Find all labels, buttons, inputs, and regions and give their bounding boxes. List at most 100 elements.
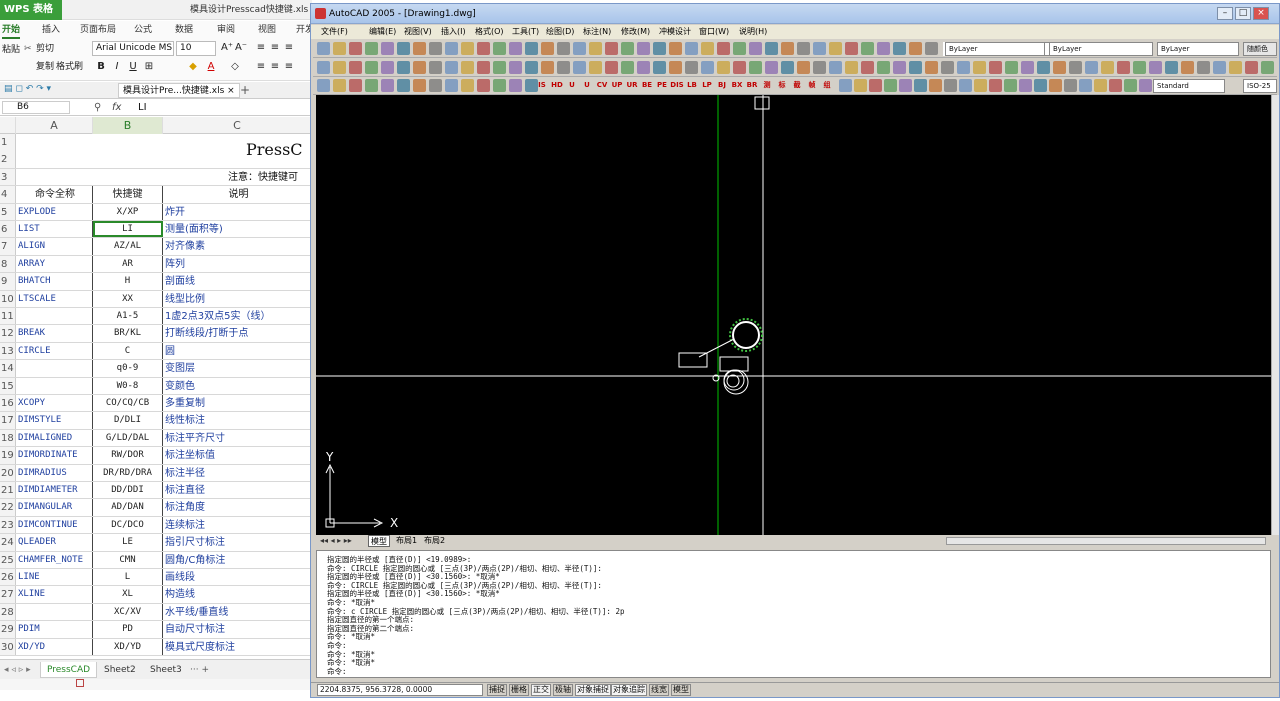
cell-shortcut[interactable]: BR/KL <box>93 325 163 342</box>
horizontal-scrollbar[interactable] <box>946 537 1266 545</box>
layer-tool-icon[interactable] <box>685 42 698 55</box>
column-header-b[interactable]: B <box>93 117 163 134</box>
document-tab[interactable]: 模具设计Pre...快捷键.xls × <box>118 83 240 98</box>
presscad-tool-icon[interactable] <box>973 61 986 74</box>
cell-shortcut[interactable]: CMN <box>93 551 163 568</box>
menu-edit[interactable]: 编辑(E) <box>369 25 396 39</box>
standard-tool-icon[interactable] <box>445 42 458 55</box>
cell-command-name[interactable]: LINE <box>16 569 93 586</box>
header-description[interactable]: 说明 <box>163 186 312 202</box>
draw-tool-icon[interactable] <box>509 79 522 92</box>
row-number[interactable]: 7 <box>0 238 16 255</box>
presscad-tool-icon[interactable] <box>1085 61 1098 74</box>
increase-font-icon[interactable]: A⁺ <box>220 41 234 55</box>
standard-tool-icon[interactable] <box>509 42 522 55</box>
column-header-a[interactable]: A <box>16 117 93 134</box>
draw-tool-icon[interactable] <box>493 79 506 92</box>
cell-command-name[interactable]: XCOPY <box>16 395 93 412</box>
standard-tool-icon[interactable] <box>493 42 506 55</box>
row-number[interactable]: 12 <box>0 325 16 342</box>
row-number[interactable]: 10 <box>0 290 16 307</box>
vertical-scrollbar[interactable] <box>1271 95 1279 535</box>
cell-command-name[interactable]: CIRCLE <box>16 342 93 360</box>
clear-format-icon[interactable]: ◇ <box>228 60 242 74</box>
dim-tool-icon[interactable] <box>1004 79 1017 92</box>
more-sheets-icon[interactable]: ··· + <box>190 662 209 678</box>
row-number[interactable]: 25 <box>0 551 16 568</box>
standard-tool-icon[interactable] <box>413 42 426 55</box>
presscad-tool-icon[interactable] <box>1101 61 1114 74</box>
new-tab-icon[interactable]: + <box>240 83 250 97</box>
tab-data[interactable]: 数据 <box>175 21 193 39</box>
command-window[interactable]: 指定圆的半径或 [直径(D)] <19.0989>: 命令: CIRCLE 指定圆… <box>316 550 1271 678</box>
text-style-dropdown[interactable]: Standard <box>1153 79 1225 93</box>
tab-model[interactable]: 模型 <box>368 535 390 547</box>
cell-command-name[interactable]: ALIGN <box>16 238 93 255</box>
autocad-app-icon[interactable] <box>315 8 326 19</box>
cell-shortcut[interactable]: D/DLI <box>93 412 163 429</box>
cell-shortcut[interactable]: LE <box>93 534 163 551</box>
standard-tool-icon[interactable] <box>333 42 346 55</box>
dim-tool-icon[interactable] <box>1049 79 1062 92</box>
presscad-command-button[interactable]: PE <box>655 79 669 92</box>
circle-shape-3[interactable] <box>726 374 740 388</box>
presscad-command-button[interactable]: HD <box>550 79 564 92</box>
paste-button[interactable]: 粘贴 <box>2 43 20 57</box>
row-number-1[interactable]: 1 2 <box>0 134 16 168</box>
cell-command-name[interactable]: BHATCH <box>16 273 93 290</box>
menu-format[interactable]: 格式(O) <box>475 25 504 39</box>
presscad-command-button[interactable]: U <box>565 79 579 92</box>
menu-die-design[interactable]: 冲模设计 <box>659 25 691 39</box>
align-middle-icon[interactable]: ≡ <box>268 41 282 55</box>
sheet-tab-presscad[interactable]: PressCAD <box>40 662 98 678</box>
dim-tool-icon[interactable] <box>974 79 987 92</box>
presscad-tool-icon[interactable] <box>941 61 954 74</box>
row-number[interactable]: 20 <box>0 464 16 481</box>
presscad-command-button[interactable]: 标 <box>775 79 789 92</box>
cell-description[interactable]: 炸开 <box>163 204 312 220</box>
tab-layout2[interactable]: 布局2 <box>422 535 447 547</box>
presscad-tool-icon[interactable] <box>685 61 698 74</box>
dim-tool-icon[interactable] <box>914 79 927 92</box>
presscad-command-button[interactable]: 截 <box>790 79 804 92</box>
presscad-command-button[interactable]: 帧 <box>805 79 819 92</box>
cell-command-name[interactable]: EXPLODE <box>16 203 93 220</box>
layer-tool-icon[interactable] <box>765 42 778 55</box>
layer-tool-icon[interactable] <box>861 42 874 55</box>
quick-access-icons[interactable]: ▤ ◻ ↶ ↷ ▾ <box>4 84 51 94</box>
presscad-tool-icon[interactable] <box>1005 61 1018 74</box>
presscad-tool-icon[interactable] <box>589 61 602 74</box>
presscad-tool-icon[interactable] <box>1149 61 1162 74</box>
presscad-tool-icon[interactable] <box>749 61 762 74</box>
dim-tool-icon[interactable] <box>1124 79 1137 92</box>
presscad-command-button[interactable]: IS <box>535 79 549 92</box>
presscad-tool-icon[interactable] <box>1117 61 1130 74</box>
lineweight-toggle[interactable]: 线宽 <box>649 684 669 696</box>
border-icon[interactable]: ⊞ <box>142 60 156 74</box>
dim-tool-icon[interactable] <box>899 79 912 92</box>
presscad-tool-icon[interactable] <box>605 61 618 74</box>
standard-tool-icon[interactable] <box>573 42 586 55</box>
cell-shortcut[interactable]: RW/DOR <box>93 447 163 464</box>
presscad-tool-icon[interactable] <box>525 61 538 74</box>
presscad-tool-icon[interactable] <box>733 61 746 74</box>
presscad-command-button[interactable]: LB <box>685 79 699 92</box>
align-left-icon[interactable]: ≡ <box>254 60 268 74</box>
presscad-tool-icon[interactable] <box>957 61 970 74</box>
cell-shortcut[interactable]: DC/DCO <box>93 516 163 534</box>
presscad-tool-icon[interactable] <box>429 61 442 74</box>
row-number[interactable]: 14 <box>0 360 16 377</box>
align-bottom-icon[interactable]: ≡ <box>282 41 296 55</box>
selected-cell[interactable]: LI <box>93 221 163 238</box>
cell-description[interactable]: 变图层 <box>163 360 312 376</box>
presscad-tool-icon[interactable] <box>509 61 522 74</box>
cell-description[interactable]: 连续标注 <box>163 517 312 533</box>
dim-tool-icon[interactable] <box>1019 79 1032 92</box>
standard-tool-icon[interactable] <box>461 42 474 55</box>
font-name-select[interactable]: Arial Unicode MS <box>92 41 174 56</box>
presscad-command-button[interactable]: BJ <box>715 79 729 92</box>
presscad-tool-icon[interactable] <box>781 61 794 74</box>
cell-command-name[interactable] <box>16 377 93 394</box>
dim-style-dropdown[interactable]: ISO-25 <box>1243 79 1277 93</box>
draw-tool-icon[interactable] <box>429 79 442 92</box>
